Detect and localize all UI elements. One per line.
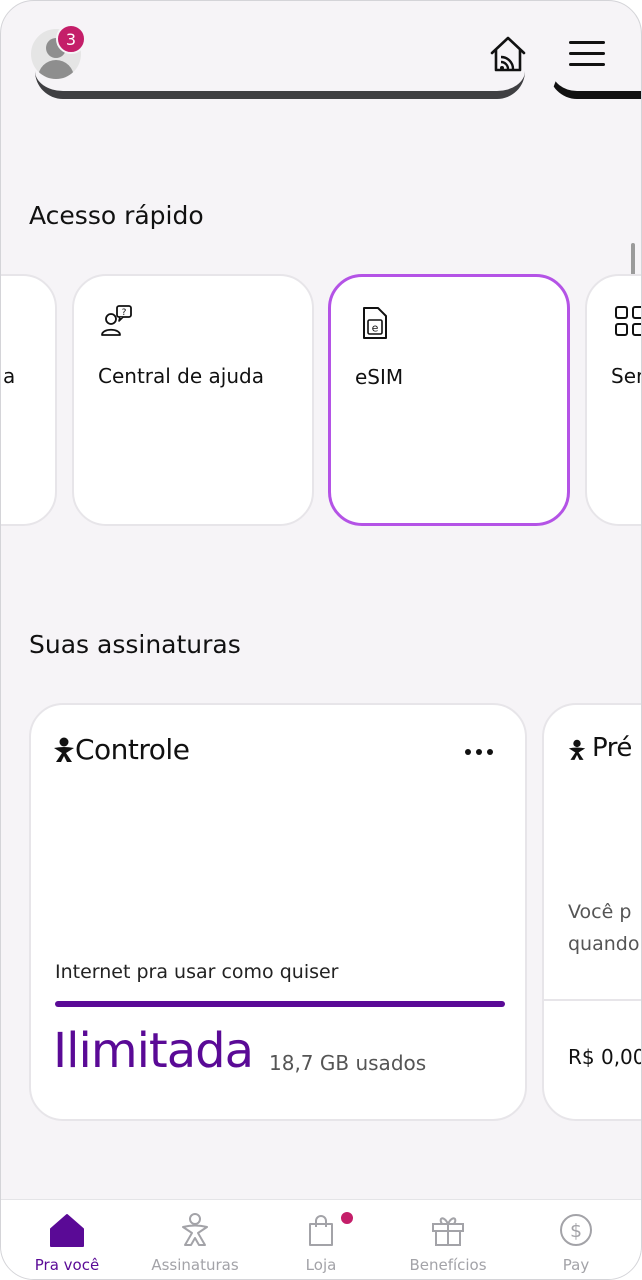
quick-access-title: Acesso rápido (29, 201, 204, 230)
smart-home-icon[interactable] (487, 33, 529, 75)
plan-description: quando (568, 933, 640, 955)
nav-label: Loja (305, 1256, 337, 1274)
quick-access-label: eSIM (355, 365, 404, 389)
banner-card-edge (35, 71, 525, 99)
vivo-person-icon (568, 739, 586, 760)
app-screen: 3 Acesso rápido a ? Central de ajuda e e… (0, 0, 642, 1280)
svg-text:e: e (372, 322, 379, 335)
subscriptions-title: Suas assinaturas (29, 630, 241, 659)
nav-item-pra-voce[interactable]: Pra você (3, 1200, 131, 1279)
nav-label: Pra você (34, 1256, 100, 1274)
plan-brand: Controle (75, 733, 190, 766)
quick-access-card-esim[interactable]: e eSIM (328, 274, 570, 526)
data-allowance: Ilimitada (53, 1023, 254, 1079)
quick-access-label: Central de ajuda (98, 364, 264, 388)
nav-item-pay[interactable]: $ Pay (512, 1200, 640, 1279)
svg-text:$: $ (570, 1220, 582, 1242)
subscription-card-pre[interactable]: Pré Você p quando R$ 0,00 (542, 703, 642, 1121)
plan-description: Internet pra usar como quiser (55, 961, 339, 983)
data-usage: 18,7 GB usados (269, 1051, 427, 1075)
more-dots-icon[interactable] (465, 749, 495, 757)
shopping-bag-icon (309, 1215, 333, 1246)
gift-icon (432, 1217, 464, 1246)
nav-label: Benefícios (409, 1256, 487, 1274)
plan-brand: Pré (592, 733, 632, 763)
plan-description: Você p (568, 901, 632, 923)
help-chat-icon: ? (101, 305, 132, 336)
notification-badge: 3 (56, 24, 86, 54)
nav-item-loja[interactable]: Loja (257, 1200, 385, 1279)
store-notification-dot (339, 1210, 355, 1226)
plan-price: R$ 0,00 (568, 1045, 642, 1069)
quick-access-card[interactable]: a (1, 274, 57, 526)
grid-icon (615, 306, 641, 336)
hamburger-menu-icon[interactable] (567, 37, 609, 71)
nav-label: Pay (562, 1256, 590, 1274)
svg-text:?: ? (122, 308, 127, 318)
quick-access-card[interactable]: Ser (585, 274, 642, 526)
banner-card-edge (549, 71, 641, 99)
nav-item-assinaturas[interactable]: Assinaturas (131, 1200, 259, 1279)
quick-access-label: a (3, 364, 16, 388)
usage-progress-bar (55, 1001, 505, 1007)
nav-item-beneficios[interactable]: Benefícios (384, 1200, 512, 1279)
quick-access-card-help[interactable]: ? Central de ajuda (72, 274, 314, 526)
nav-label: Assinaturas (151, 1256, 239, 1274)
vivo-person-icon (54, 737, 74, 762)
subscription-card-controle[interactable]: Controle Internet pra usar como quiser I… (29, 703, 527, 1121)
home-icon (50, 1214, 84, 1247)
vivo-person-icon (182, 1213, 208, 1246)
bottom-navigation: Pra você Assinaturas Loja Benefícios $ P… (1, 1199, 641, 1279)
dollar-circle-icon: $ (560, 1214, 592, 1246)
quick-access-label: Ser (611, 364, 642, 388)
esim-icon: e (363, 307, 387, 339)
divider (544, 999, 641, 1001)
